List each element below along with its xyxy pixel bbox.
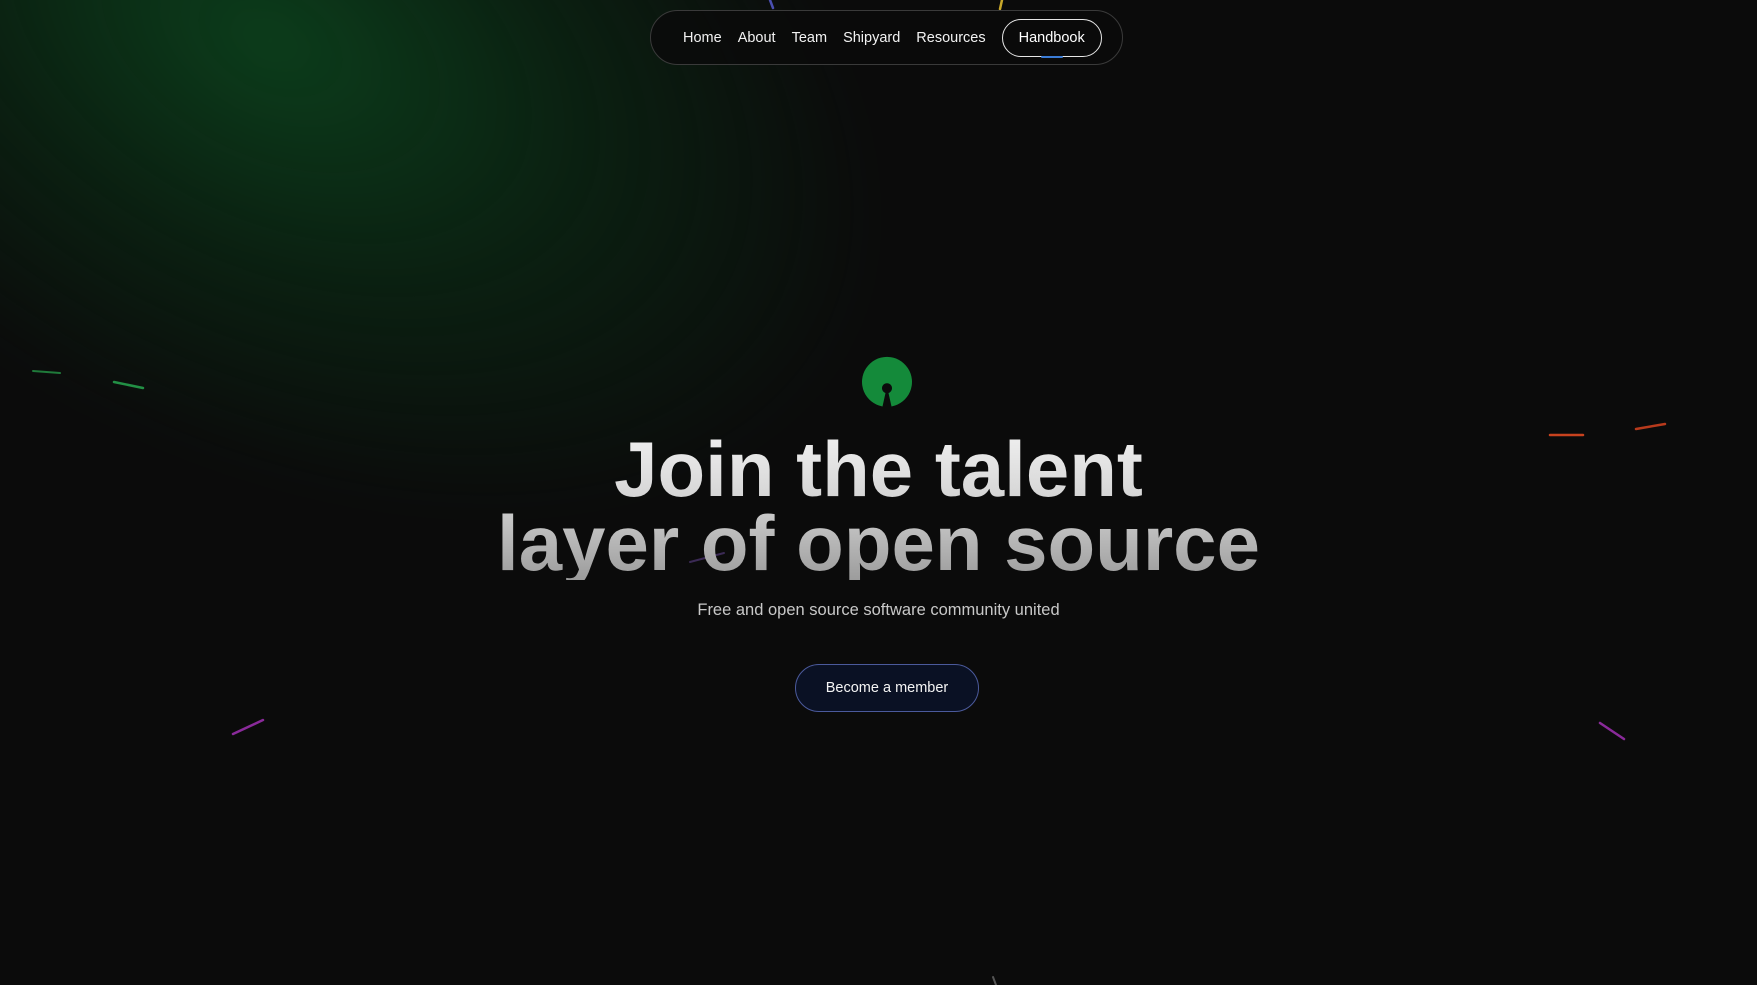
handbook-button[interactable]: Handbook [1001,18,1102,58]
nav-link-team[interactable]: Team [792,30,827,46]
streak-purple-1 [231,718,265,736]
streak-grey-bottom [992,976,997,985]
nav-link-home[interactable]: Home [683,30,722,46]
become-member-button[interactable]: Become a member [795,664,979,712]
hero-title-line-1: Join the talent [0,430,1757,508]
streak-orange-2 [1634,422,1667,431]
streak-green-1 [32,370,61,374]
open-source-keyhole-icon [862,356,912,407]
streak-purple-2 [1598,721,1626,741]
streak-green-2 [112,380,145,390]
hero-subtitle: Free and open source software community … [697,601,1060,619]
hero-title-line-2: layer of open source [0,504,1757,582]
streak-yellow-top [998,0,1004,11]
nav-link-about[interactable]: About [738,30,776,46]
streak-blue-top [768,0,775,10]
top-navigation: Home About Team Shipyard Resources Handb… [650,10,1123,65]
nav-link-shipyard[interactable]: Shipyard [843,30,900,46]
landing-page: Home About Team Shipyard Resources Handb… [0,0,1757,985]
hero-title: Join the talent layer of open source [0,430,1757,582]
nav-link-resources[interactable]: Resources [916,30,985,46]
